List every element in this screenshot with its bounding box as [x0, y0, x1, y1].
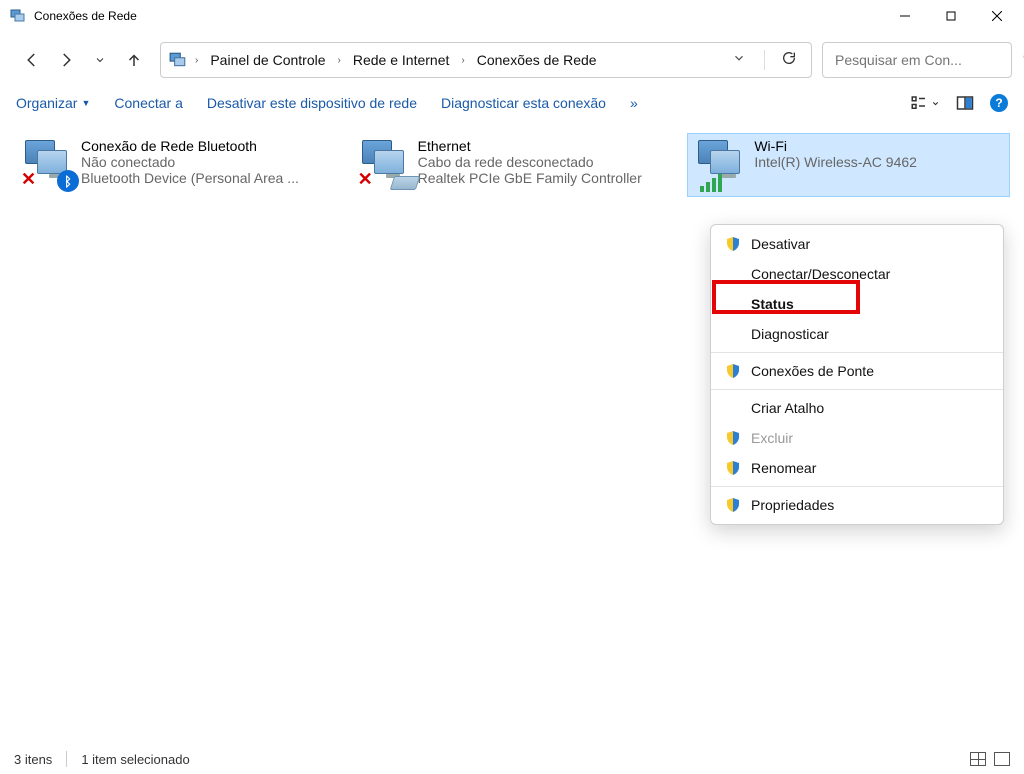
- disconnected-x-icon: ✕: [358, 169, 373, 190]
- ctx-label: Renomear: [751, 460, 816, 476]
- ethernet-plug-icon: [389, 176, 420, 190]
- location-icon: [169, 51, 187, 69]
- selection-count: 1 item selecionado: [81, 752, 189, 767]
- shield-icon: [725, 430, 741, 446]
- wifi-adapter-icon: [692, 136, 754, 194]
- command-bar: Organizar▼ Conectar a Desativar este dis…: [0, 90, 1024, 123]
- details-view-button[interactable]: [970, 752, 986, 766]
- forward-button[interactable]: [56, 50, 76, 70]
- recent-dropdown[interactable]: [90, 50, 110, 70]
- back-button[interactable]: [22, 50, 42, 70]
- separator: [66, 751, 67, 767]
- navigation-row: › Painel de Controle › Rede e Internet ›…: [0, 32, 1024, 90]
- preview-pane-button[interactable]: [956, 94, 974, 112]
- disable-device-button[interactable]: Desativar este dispositivo de rede: [207, 95, 417, 111]
- chevron-right-icon[interactable]: ›: [336, 55, 343, 66]
- shield-icon: [725, 236, 741, 252]
- ctx-rename[interactable]: Renomear: [711, 453, 1003, 483]
- ctx-label: Excluir: [751, 430, 793, 446]
- up-button[interactable]: [124, 50, 144, 70]
- connection-device: Intel(R) Wireless-AC 9462: [754, 154, 917, 170]
- ctx-create-shortcut[interactable]: Criar Atalho: [711, 393, 1003, 423]
- ctx-diagnose[interactable]: Diagnosticar: [711, 319, 1003, 349]
- connection-item-ethernet[interactable]: ✕ Ethernet Cabo da rede desconectado Rea…: [351, 133, 674, 197]
- ctx-label: Conectar/Desconectar: [751, 266, 890, 282]
- refresh-button[interactable]: [775, 50, 803, 71]
- connection-status: Cabo da rede desconectado: [418, 154, 642, 170]
- view-options-button[interactable]: [910, 94, 940, 112]
- separator: [711, 389, 1003, 390]
- ctx-label: Propriedades: [751, 497, 834, 513]
- connection-name: Wi-Fi: [754, 138, 917, 154]
- window-title: Conexões de Rede: [34, 9, 882, 23]
- shield-icon: [725, 460, 741, 476]
- context-menu: Desativar Conectar/Desconectar Status Di…: [710, 224, 1004, 525]
- ctx-connect-disconnect[interactable]: Conectar/Desconectar: [711, 259, 1003, 289]
- connection-name: Ethernet: [418, 138, 642, 154]
- connection-device: Realtek PCIe GbE Family Controller: [418, 170, 642, 186]
- disconnected-x-icon: ✕: [21, 169, 36, 190]
- bluetooth-adapter-icon: ✕ ᛒ: [19, 136, 81, 194]
- breadcrumb-item[interactable]: Conexões de Rede: [473, 52, 601, 68]
- ctx-label: Desativar: [751, 236, 810, 252]
- ctx-disable[interactable]: Desativar: [711, 229, 1003, 259]
- wifi-signal-icon: [700, 174, 722, 192]
- title-bar: Conexões de Rede: [0, 0, 1024, 32]
- connection-status: Não conectado: [81, 154, 299, 170]
- separator: [711, 486, 1003, 487]
- large-icons-view-button[interactable]: [994, 752, 1010, 766]
- connection-name: Conexão de Rede Bluetooth: [81, 138, 299, 154]
- connection-device: Bluetooth Device (Personal Area ...: [81, 170, 299, 186]
- overflow-button[interactable]: »: [630, 95, 638, 111]
- bluetooth-icon: ᛒ: [57, 170, 79, 192]
- connection-item-bluetooth[interactable]: ✕ ᛒ Conexão de Rede Bluetooth Não conect…: [14, 133, 337, 197]
- app-icon: [10, 8, 26, 24]
- ctx-properties[interactable]: Propriedades: [711, 490, 1003, 520]
- shield-icon: [725, 497, 741, 513]
- ctx-label: Status: [751, 296, 794, 312]
- organize-menu[interactable]: Organizar▼: [16, 95, 90, 111]
- chevron-right-icon[interactable]: ›: [459, 55, 466, 66]
- ctx-label: Criar Atalho: [751, 400, 824, 416]
- close-button[interactable]: [974, 0, 1020, 32]
- ctx-delete: Excluir: [711, 423, 1003, 453]
- ethernet-adapter-icon: ✕: [356, 136, 418, 194]
- shield-icon: [725, 363, 741, 379]
- ctx-label: Diagnosticar: [751, 326, 829, 342]
- status-bar: 3 itens 1 item selecionado: [0, 744, 1024, 774]
- address-bar[interactable]: › Painel de Controle › Rede e Internet ›…: [160, 42, 812, 78]
- connect-to-button[interactable]: Conectar a: [114, 95, 182, 111]
- connections-list: ✕ ᛒ Conexão de Rede Bluetooth Não conect…: [0, 123, 1024, 207]
- breadcrumb-item[interactable]: Rede e Internet: [349, 52, 454, 68]
- ctx-status[interactable]: Status: [711, 289, 1003, 319]
- maximize-button[interactable]: [928, 0, 974, 32]
- connection-item-wifi[interactable]: Wi-Fi Intel(R) Wireless-AC 9462: [687, 133, 1010, 197]
- diagnose-connection-button[interactable]: Diagnosticar esta conexão: [441, 95, 606, 111]
- breadcrumb-item[interactable]: Painel de Controle: [206, 52, 329, 68]
- minimize-button[interactable]: [882, 0, 928, 32]
- ctx-bridge[interactable]: Conexões de Ponte: [711, 356, 1003, 386]
- item-count: 3 itens: [14, 752, 52, 767]
- search-input[interactable]: [833, 51, 1018, 69]
- help-button[interactable]: ?: [990, 94, 1008, 112]
- separator: [711, 352, 1003, 353]
- address-dropdown[interactable]: [724, 51, 754, 70]
- chevron-right-icon[interactable]: ›: [193, 55, 200, 66]
- search-box[interactable]: [822, 42, 1012, 78]
- ctx-label: Conexões de Ponte: [751, 363, 874, 379]
